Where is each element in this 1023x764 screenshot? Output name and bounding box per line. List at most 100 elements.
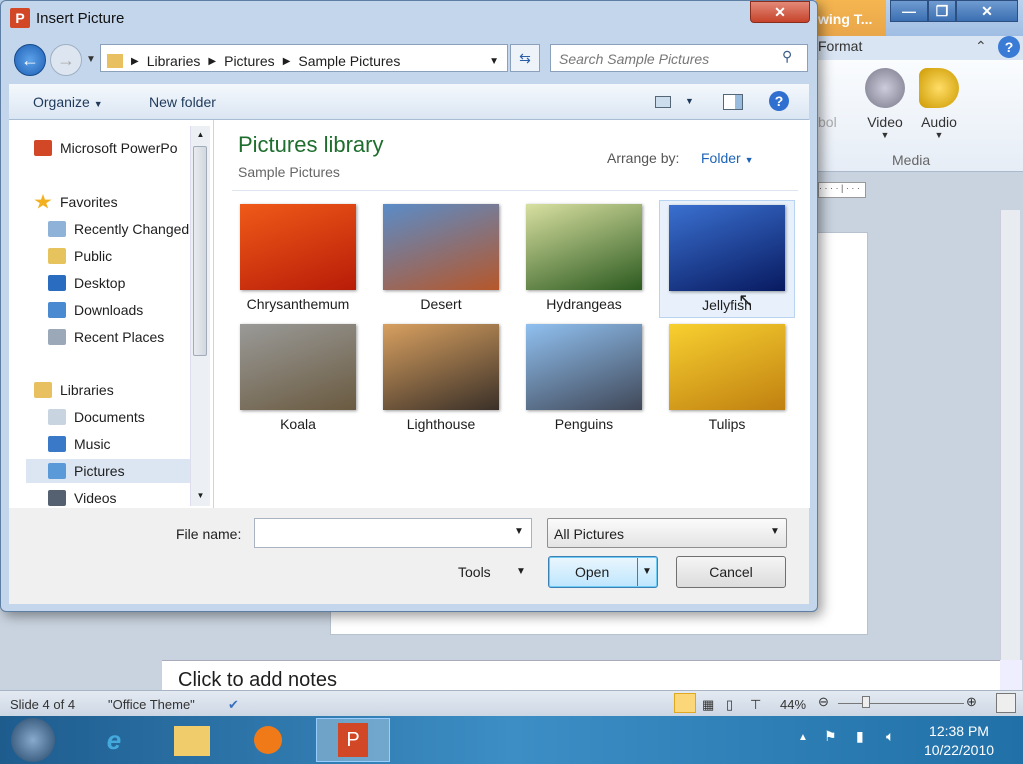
address-bar[interactable]: ▶ Libraries ▶ Pictures ▶ Sample Pictures… <box>100 44 508 72</box>
start-button[interactable] <box>6 718 60 762</box>
search-input[interactable]: Search Sample Pictures <box>550 44 808 72</box>
speaker-icon <box>919 68 959 108</box>
file-tile[interactable]: Desert <box>373 200 509 318</box>
arrange-by-label: Arrange by: <box>607 150 680 166</box>
nav-item-music[interactable]: Music <box>26 432 206 456</box>
explorer-icon[interactable] <box>162 718 222 762</box>
breadcrumb-libraries[interactable]: Libraries <box>147 53 201 69</box>
dialog-close-button[interactable]: ✕ <box>750 1 810 23</box>
dialog-title: Insert Picture <box>36 10 125 27</box>
new-folder-button[interactable]: New folder <box>149 94 216 110</box>
file-tile[interactable]: Lighthouse <box>373 320 509 438</box>
zoom-level[interactable]: 44% <box>780 697 806 712</box>
nav-item-recently-changed[interactable]: Recently Changed <box>26 217 206 241</box>
file-type-select[interactable]: All Pictures <box>547 518 787 548</box>
internet-explorer-icon[interactable]: e <box>84 718 144 762</box>
thumbnail-image <box>240 324 356 410</box>
collapse-ribbon-icon[interactable]: ⌃ <box>975 38 987 55</box>
tab-format[interactable]: Format <box>818 38 862 54</box>
nav-item-videos[interactable]: Videos <box>26 486 206 510</box>
volume-icon[interactable]: 🔈︎ <box>886 728 894 745</box>
back-button[interactable]: ← <box>14 44 46 76</box>
slide-sorter-icon[interactable]: ▦ <box>702 697 714 713</box>
zoom-out-icon[interactable]: ⊖ <box>818 694 829 710</box>
file-name-dropdown-icon[interactable]: ▼ <box>514 526 524 537</box>
history-dropdown-icon[interactable]: ▼ <box>86 54 96 65</box>
file-name-input[interactable] <box>254 518 532 548</box>
nav-item-favorites[interactable]: Favorites <box>12 190 192 214</box>
tools-dropdown-icon[interactable]: ▼ <box>516 566 526 577</box>
nav-item-pictures[interactable]: Pictures <box>26 459 206 483</box>
breadcrumb-pictures[interactable]: Pictures <box>224 53 275 69</box>
minimize-button[interactable]: — <box>890 0 928 22</box>
view-dropdown-icon[interactable]: ▼ <box>685 96 694 106</box>
drawing-tools-tab[interactable]: wing T... <box>816 0 886 36</box>
slideshow-icon[interactable]: ⊤ <box>750 697 761 713</box>
breadcrumb-sample-pictures[interactable]: Sample Pictures <box>298 53 400 69</box>
file-tile[interactable]: Hydrangeas <box>516 200 652 318</box>
vertical-scrollbar[interactable] <box>1000 210 1020 660</box>
clock[interactable]: 12:38 PM 10/22/2010 <box>912 722 1006 760</box>
close-app-button[interactable]: ✕ <box>956 0 1018 22</box>
file-name: Jellyfish <box>702 297 752 313</box>
chevron-right-icon[interactable]: ▶ <box>283 56 291 67</box>
symbol-button[interactable]: bol <box>818 114 837 130</box>
arrange-by-dropdown[interactable]: Folder ▼ <box>701 150 754 166</box>
zoom-in-icon[interactable]: ⊕ <box>966 694 977 710</box>
nav-item-recent-places[interactable]: Recent Places <box>26 325 206 349</box>
forward-button[interactable]: → <box>50 44 82 76</box>
preview-pane-icon[interactable] <box>723 94 743 110</box>
file-tile[interactable]: Penguins <box>516 320 652 438</box>
video-button[interactable]: Video ▼ <box>860 68 910 140</box>
file-tile[interactable]: Koala <box>230 320 366 438</box>
action-center-flag-icon[interactable]: ⚑ <box>824 728 837 745</box>
refresh-button[interactable]: ⇆ <box>510 44 540 72</box>
audio-button[interactable]: Audio ▼ <box>914 68 964 140</box>
tools-button[interactable]: Tools <box>458 564 491 580</box>
toolbar: Organize ▼ New folder ▼ ? <box>9 84 809 120</box>
nav-item-label: Recent Places <box>74 329 165 345</box>
nav-item-public[interactable]: Public <box>26 244 206 268</box>
spellcheck-icon[interactable]: ✔ <box>228 697 239 713</box>
library-subtitle: Sample Pictures <box>238 164 340 180</box>
thumbnail-image <box>526 204 642 290</box>
power-icon[interactable]: ▮ <box>856 728 864 745</box>
notes-pane[interactable]: Click to add notes <box>162 660 1000 691</box>
address-dropdown-icon[interactable]: ▼ <box>489 56 499 67</box>
zoom-slider-thumb[interactable] <box>862 696 870 708</box>
chevron-right-icon[interactable]: ▶ <box>131 56 139 67</box>
mouse-cursor-icon: ↖ <box>738 290 754 310</box>
nav-item-icon <box>48 302 66 318</box>
file-tile[interactable]: Jellyfish <box>659 200 795 318</box>
help-icon[interactable]: ? <box>769 91 789 111</box>
nav-scrollbar-thumb[interactable] <box>193 146 207 356</box>
nav-item-downloads[interactable]: Downloads <box>26 298 206 322</box>
open-dropdown-icon[interactable]: ▼ <box>642 566 652 577</box>
file-tile[interactable]: Chrysanthemum <box>230 200 366 318</box>
zoom-slider[interactable] <box>838 703 964 704</box>
organize-button[interactable]: Organize ▼ <box>33 94 103 110</box>
restore-button[interactable]: ❐ <box>928 0 956 22</box>
fit-slide-icon[interactable] <box>996 693 1016 713</box>
file-name: Hydrangeas <box>546 296 622 312</box>
reading-view-icon[interactable]: ▯ <box>726 697 733 713</box>
theme-name[interactable]: "Office Theme" <box>108 697 195 712</box>
help-icon[interactable]: ? <box>998 36 1020 58</box>
nav-item-icon <box>48 436 66 452</box>
nav-item-desktop[interactable]: Desktop <box>26 271 206 295</box>
show-hidden-icons[interactable]: ▲ <box>798 732 808 743</box>
normal-view-icon[interactable] <box>674 693 696 713</box>
change-view-icon[interactable] <box>655 96 671 108</box>
media-player-icon[interactable] <box>238 718 298 762</box>
nav-item-icon <box>48 463 66 479</box>
nav-item-documents[interactable]: Documents <box>26 405 206 429</box>
chevron-down-icon[interactable]: ▼ <box>770 526 780 537</box>
nav-item-libraries[interactable]: Libraries <box>12 378 192 402</box>
file-tile[interactable]: Tulips <box>659 320 795 438</box>
powerpoint-taskbar-icon[interactable]: P <box>316 718 390 762</box>
notes-scrollbar[interactable] <box>1000 660 1022 690</box>
cancel-button[interactable]: Cancel <box>676 556 786 588</box>
nav-item-microsoft-powerpo[interactable]: Microsoft PowerPo <box>12 136 192 160</box>
search-icon[interactable]: ⚲ <box>782 48 792 65</box>
chevron-right-icon[interactable]: ▶ <box>208 56 216 67</box>
